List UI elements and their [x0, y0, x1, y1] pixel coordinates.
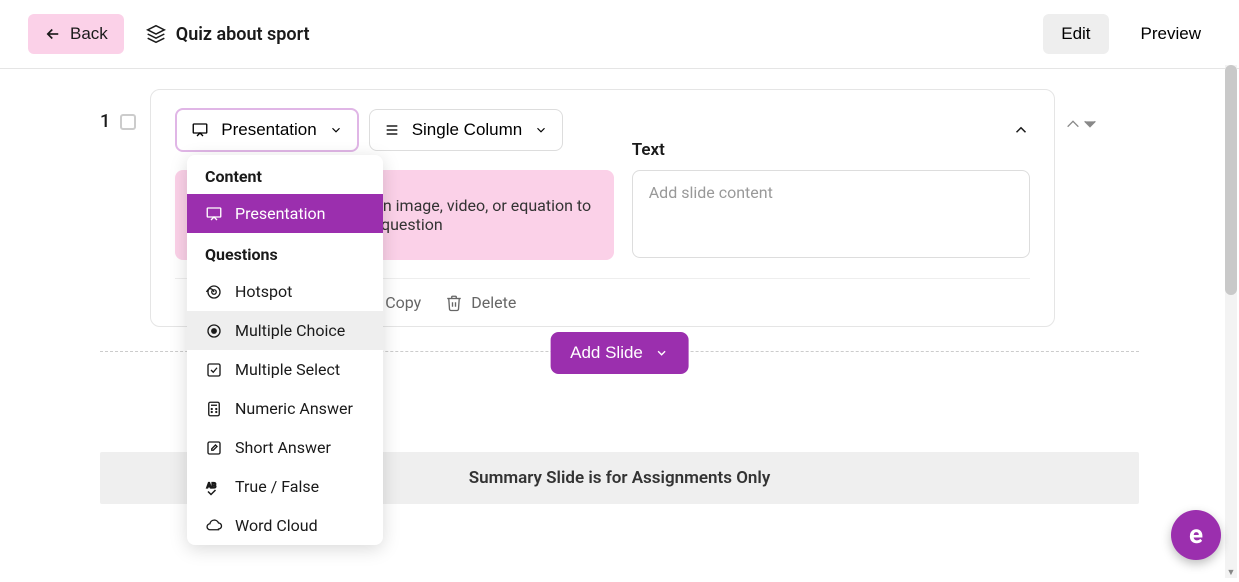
move-down-icon[interactable]: [1082, 116, 1098, 132]
quiz-title-text: Quiz about sport: [176, 24, 310, 45]
edit-button[interactable]: Edit: [1043, 14, 1108, 54]
chevron-down-icon: [655, 346, 669, 360]
slide-checkbox[interactable]: [120, 114, 136, 130]
layers-icon: [146, 24, 166, 44]
delete-button[interactable]: Delete: [445, 293, 516, 312]
menu-label: Word Cloud: [235, 516, 318, 535]
arrow-left-icon: [44, 25, 62, 43]
scroll-down-icon[interactable]: ▼: [1225, 567, 1237, 578]
menu-label: Multiple Choice: [235, 321, 345, 340]
quiz-title: Quiz about sport: [146, 24, 310, 45]
collapse-toggle[interactable]: [1012, 121, 1030, 139]
layout-dropdown[interactable]: Single Column: [369, 109, 564, 151]
menu-item-multiple-select[interactable]: Multiple Select: [187, 350, 383, 389]
add-slide-label: Add Slide: [570, 343, 643, 363]
menu-heading-content: Content: [187, 155, 383, 194]
menu-item-word-cloud[interactable]: Word Cloud: [187, 506, 383, 545]
menu-heading-questions: Questions: [187, 233, 383, 272]
slide-type-dropdown[interactable]: Presentation: [175, 108, 358, 152]
menu-label: Numeric Answer: [235, 399, 353, 418]
svg-text:AB: AB: [207, 480, 217, 489]
move-up-icon[interactable]: [1065, 116, 1081, 132]
menu-label: True / False: [235, 477, 319, 496]
reorder-controls[interactable]: [1065, 116, 1098, 132]
brand-e-icon: e: [1189, 520, 1203, 550]
text-heading: Text: [632, 140, 1031, 160]
top-bar: Back Quiz about sport Edit Preview: [0, 0, 1239, 69]
slide-type-label: Presentation: [221, 120, 316, 140]
checkbox-icon: [205, 361, 223, 379]
menu-label: Hotspot: [235, 282, 292, 301]
menu-item-presentation[interactable]: Presentation: [187, 194, 383, 233]
presentation-icon: [191, 121, 209, 139]
menu-item-true-false[interactable]: AB True / False: [187, 467, 383, 506]
text-column: Text Add slide content: [632, 170, 1031, 260]
menu-label: Presentation: [235, 204, 325, 223]
presentation-icon: [205, 205, 223, 223]
slide-index: 1: [100, 111, 110, 132]
scrollbar[interactable]: ▲ ▼: [1225, 65, 1237, 578]
hamburger-icon: [384, 122, 400, 138]
delete-label: Delete: [471, 293, 516, 312]
chevron-down-icon: [329, 123, 343, 137]
trash-icon: [445, 294, 463, 312]
cloud-icon: [205, 517, 223, 535]
add-slide-button[interactable]: Add Slide: [550, 332, 689, 374]
help-fab[interactable]: e: [1171, 510, 1221, 560]
menu-label: Multiple Select: [235, 360, 340, 379]
scroll-thumb[interactable]: [1225, 65, 1237, 295]
layout-label: Single Column: [412, 120, 523, 140]
copy-label: Copy: [385, 293, 421, 312]
chevron-down-icon: [534, 123, 548, 137]
calculator-icon: [205, 400, 223, 418]
menu-item-multiple-choice[interactable]: Multiple Choice: [187, 311, 383, 350]
back-label: Back: [70, 24, 108, 44]
target-icon: [205, 283, 223, 301]
menu-item-short-answer[interactable]: Short Answer: [187, 428, 383, 467]
menu-item-hotspot[interactable]: Hotspot: [187, 272, 383, 311]
preview-button[interactable]: Preview: [1131, 14, 1211, 54]
slide-type-menu: Content Presentation Questions Hotspot M…: [187, 155, 383, 545]
menu-item-numeric-answer[interactable]: Numeric Answer: [187, 389, 383, 428]
slide-text-input[interactable]: Add slide content: [632, 170, 1031, 258]
back-button[interactable]: Back: [28, 14, 124, 54]
editor-area: 1 Presentation Single Column: [0, 69, 1239, 582]
menu-label: Short Answer: [235, 438, 331, 457]
slide-number: 1: [100, 89, 136, 132]
ab-icon: AB: [205, 478, 223, 496]
chevron-up-icon: [1012, 121, 1030, 139]
edit-icon: [205, 439, 223, 457]
radio-icon: [205, 322, 223, 340]
